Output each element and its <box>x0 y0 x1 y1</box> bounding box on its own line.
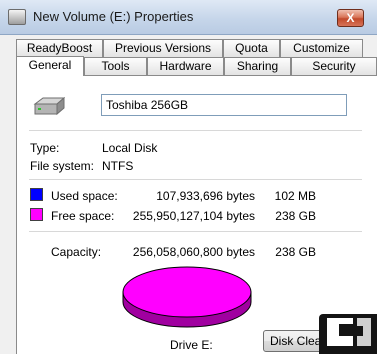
window-title: New Volume (E:) Properties <box>33 9 194 24</box>
file-system-label: File system: <box>30 159 95 173</box>
tab-tools[interactable]: Tools <box>84 57 147 75</box>
separator <box>29 130 362 131</box>
hard-drive-icon <box>33 96 65 116</box>
drive-label: Drive E: <box>170 338 213 352</box>
tab-quota[interactable]: Quota <box>223 39 280 57</box>
disk-usage-pie <box>122 266 252 328</box>
free-space-swatch <box>30 208 43 221</box>
used-space-bytes: 107,933,696 bytes <box>156 189 255 203</box>
tab-security[interactable]: Security <box>291 57 377 75</box>
close-button[interactable]: X <box>337 9 364 27</box>
drive-title-icon <box>8 9 26 25</box>
tab-hardware[interactable]: Hardware <box>147 57 224 75</box>
used-space-swatch <box>30 188 43 201</box>
type-value: Local Disk <box>102 141 158 155</box>
capacity-label: Capacity: <box>51 245 102 259</box>
type-label: Type: <box>30 141 60 155</box>
legit-reviews-logo <box>319 314 377 354</box>
separator <box>29 231 362 232</box>
tab-readyboost[interactable]: ReadyBoost <box>16 39 103 57</box>
volume-label-input[interactable] <box>101 94 347 116</box>
free-space-size: 238 GB <box>275 209 316 223</box>
capacity-bytes: 256,058,060,800 bytes <box>132 245 255 259</box>
used-space-label: Used space: <box>51 189 118 203</box>
free-space-bytes: 255,950,127,104 bytes <box>132 209 255 223</box>
disk-cleanup-button[interactable]: Disk Cleanup <box>263 330 323 352</box>
tab-general[interactable]: General <box>16 56 84 76</box>
title-bar: New Volume (E:) Properties X <box>0 0 377 35</box>
tab-previous-versions[interactable]: Previous Versions <box>103 39 223 57</box>
capacity-size: 238 GB <box>275 245 316 259</box>
separator <box>29 179 362 180</box>
tab-sharing[interactable]: Sharing <box>224 57 291 75</box>
used-space-size: 102 MB <box>274 189 316 203</box>
free-space-label: Free space: <box>51 209 115 223</box>
file-system-value: NTFS <box>102 159 134 173</box>
tab-customize[interactable]: Customize <box>280 39 363 57</box>
